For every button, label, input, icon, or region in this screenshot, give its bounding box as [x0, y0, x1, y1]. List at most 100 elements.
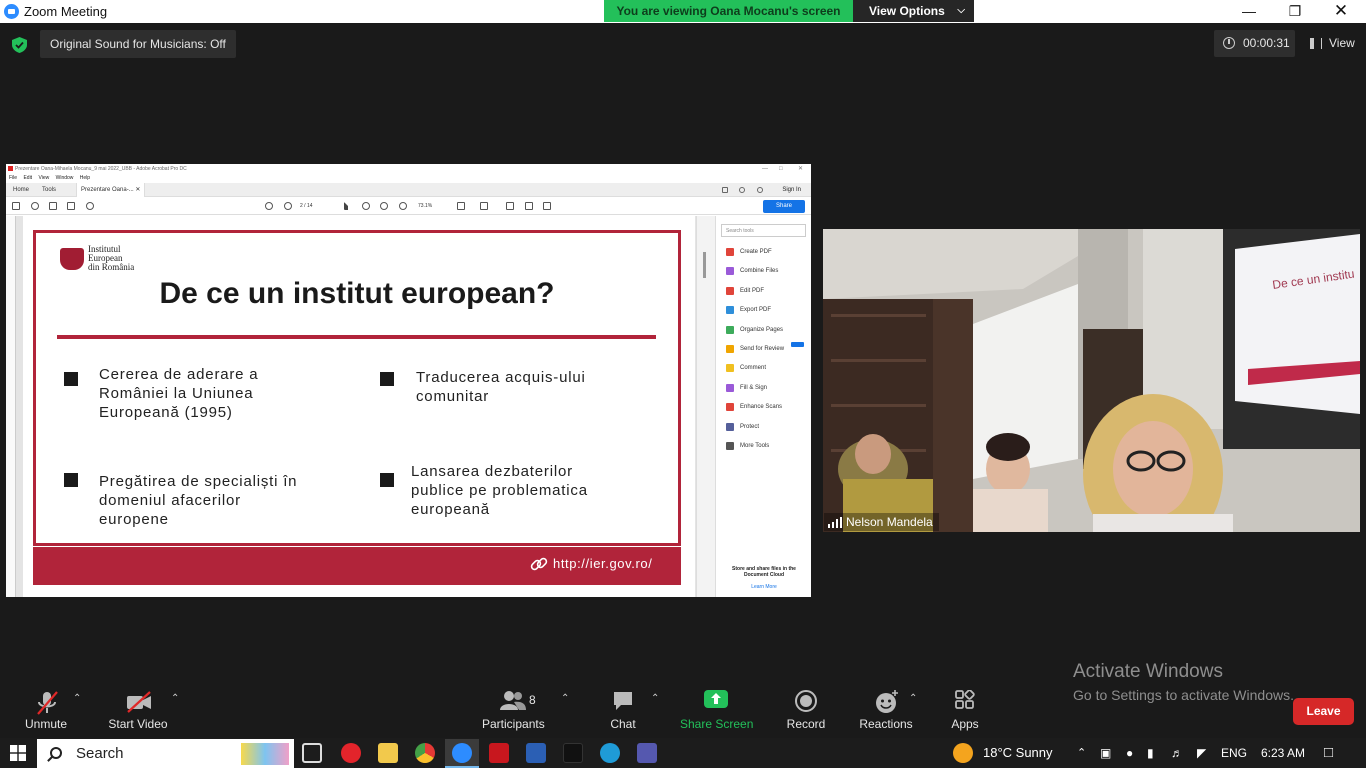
acrobat-tool-item: More Tools: [726, 442, 769, 450]
acrobat-select-icon: [344, 202, 352, 210]
zoom-taskbar-icon[interactable]: [452, 743, 472, 763]
share-screen-label: Share Screen: [680, 717, 754, 731]
viewing-banner: You are viewing Oana Mocanu's screen: [604, 0, 853, 22]
original-sound-button[interactable]: Original Sound for Musicians: Off: [40, 30, 236, 58]
camera-off-icon: [127, 691, 151, 713]
bullet-text-1: Cererea de aderare a României la Uniunea…: [99, 365, 258, 422]
slide-heading: De ce un institut european?: [159, 277, 555, 310]
start-video-label: Start Video: [108, 717, 168, 731]
apps-button[interactable]: Apps: [948, 688, 982, 736]
acrobat-help-icon: [739, 187, 745, 193]
record-icon: [795, 690, 817, 712]
restore-button[interactable]: ❐: [1272, 0, 1318, 23]
bullet-1-line-2: României la Uniunea: [99, 385, 254, 402]
view-options-label: View Options: [869, 4, 945, 18]
bullet-4-line-2: publice pe problematica: [411, 482, 588, 499]
start-video-button[interactable]: Start Video: [106, 688, 170, 736]
timer-value: 00:00:31: [1243, 36, 1290, 50]
acrobat-taskbar-icon[interactable]: [489, 743, 509, 763]
teams-taskbar-icon[interactable]: [637, 743, 657, 763]
unmute-button[interactable]: Unmute: [16, 688, 76, 736]
wifi-icon[interactable]: ◤: [1197, 738, 1206, 768]
bullet-marker: [64, 473, 78, 487]
volume-icon[interactable]: ♬: [1171, 738, 1183, 768]
institute-logo-text: Institutul European din România: [88, 245, 134, 272]
participants-button[interactable]: 8 Participants: [482, 688, 545, 736]
acrobat-tool-icon: [726, 325, 734, 334]
acrobat-tool-item: Edit PDF: [726, 286, 764, 295]
acrobat-tool-icon: [726, 248, 734, 256]
encryption-shield-icon[interactable]: [12, 37, 27, 53]
acrobat-logo-icon: [8, 166, 13, 171]
acrobat-left-panel: [6, 216, 16, 597]
weather-text[interactable]: 18°C Sunny: [983, 738, 1053, 768]
chat-icon: [614, 692, 632, 710]
acrobat-sign-in: Sign In: [782, 187, 801, 193]
acrobat-tool-label: Fill & Sign: [740, 384, 768, 391]
tray-microphone-icon[interactable]: ●: [1126, 738, 1133, 768]
file-explorer-icon[interactable]: [378, 743, 398, 763]
acrobat-tool-item: Export PDF: [726, 306, 771, 315]
reactions-label: Reactions: [859, 717, 913, 731]
minimize-button[interactable]: —: [1226, 0, 1272, 23]
language-indicator[interactable]: ENG: [1221, 738, 1247, 768]
video-feed: De ce un institu: [823, 229, 1360, 532]
acrobat-tool-icon: [726, 286, 734, 295]
new-badge: [791, 342, 804, 347]
tray-meet-icon[interactable]: ▣: [1100, 738, 1111, 768]
chrome-icon[interactable]: [415, 743, 435, 763]
participants-caret-icon[interactable]: ⌃: [561, 693, 569, 704]
acrobat-menu-file: File: [9, 175, 18, 181]
acrobat-scroll-mode-icon: [480, 202, 488, 210]
battery-icon[interactable]: ▮: [1147, 738, 1154, 768]
acrobat-tool-item: Send for Review: [726, 345, 784, 353]
acrobat-toolbar: 2 / 14 73.1%: [6, 197, 811, 215]
notifications-icon[interactable]: □: [1324, 738, 1333, 768]
tray-chevron-icon[interactable]: ⌃: [1077, 738, 1086, 768]
video-options-caret-icon[interactable]: ⌃: [171, 693, 179, 704]
taskbar-search-label: Search: [76, 745, 124, 762]
apps-icon: [955, 690, 975, 709]
clock-time[interactable]: 6:23 AM: [1261, 738, 1305, 768]
reactions-button[interactable]: Reactions: [858, 688, 914, 736]
taskbar-search[interactable]: Search: [37, 739, 294, 768]
bullet-text-2: Traducerea acquis-ului comunitar: [416, 368, 586, 406]
chat-button[interactable]: Chat: [606, 688, 640, 736]
share-screen-button[interactable]: Share Screen: [680, 688, 754, 736]
opera-icon[interactable]: [341, 743, 361, 763]
acrobat-fit-icon: [457, 202, 465, 210]
edge-taskbar-icon[interactable]: [600, 743, 620, 763]
bullet-2-line-2: comunitar: [416, 388, 490, 405]
netflix-taskbar-icon[interactable]: [563, 743, 583, 763]
participant-name-tag: Nelson Mandela: [824, 513, 939, 531]
reactions-caret-icon[interactable]: ⌃: [909, 693, 917, 704]
windows-start-icon[interactable]: [10, 745, 26, 761]
acrobat-learn-more: Learn More: [751, 584, 777, 590]
participant-count: 8: [529, 693, 536, 707]
bullet-1-line-3: Europeană (1995): [99, 404, 233, 421]
chat-caret-icon[interactable]: ⌃: [651, 693, 659, 704]
acrobat-tool-label: Send for Review: [740, 346, 785, 352]
audio-options-caret-icon[interactable]: ⌃: [73, 693, 81, 704]
view-layout-button[interactable]: View: [1307, 30, 1359, 57]
acrobat-share-button: Share: [763, 200, 805, 213]
bullet-marker: [380, 372, 394, 386]
bullet-3-line-3: europene: [99, 511, 169, 528]
bullet-marker: [64, 372, 78, 386]
acrobat-tool-label: Create PDF: [740, 249, 772, 255]
acrobat-tool-icon: [726, 364, 734, 373]
participant-video-tile[interactable]: De ce un institu: [823, 229, 1360, 532]
share-screen-icon: [704, 690, 728, 708]
record-button[interactable]: Record: [784, 688, 828, 736]
close-button[interactable]: ✕: [1318, 0, 1364, 23]
view-options-button[interactable]: View Options ⌵: [853, 0, 974, 22]
weather-sun-icon[interactable]: [953, 743, 973, 763]
word-taskbar-icon[interactable]: [526, 743, 546, 763]
acrobat-tab-tools: Tools: [42, 187, 57, 193]
acrobat-tool-icon: [726, 267, 734, 276]
task-view-icon[interactable]: [302, 743, 322, 763]
acrobat-tool-icon: [726, 422, 734, 431]
acrobat-tool-item: Protect: [726, 422, 759, 431]
acrobat-page-down-icon: [284, 202, 292, 210]
leave-button[interactable]: Leave: [1293, 698, 1354, 725]
